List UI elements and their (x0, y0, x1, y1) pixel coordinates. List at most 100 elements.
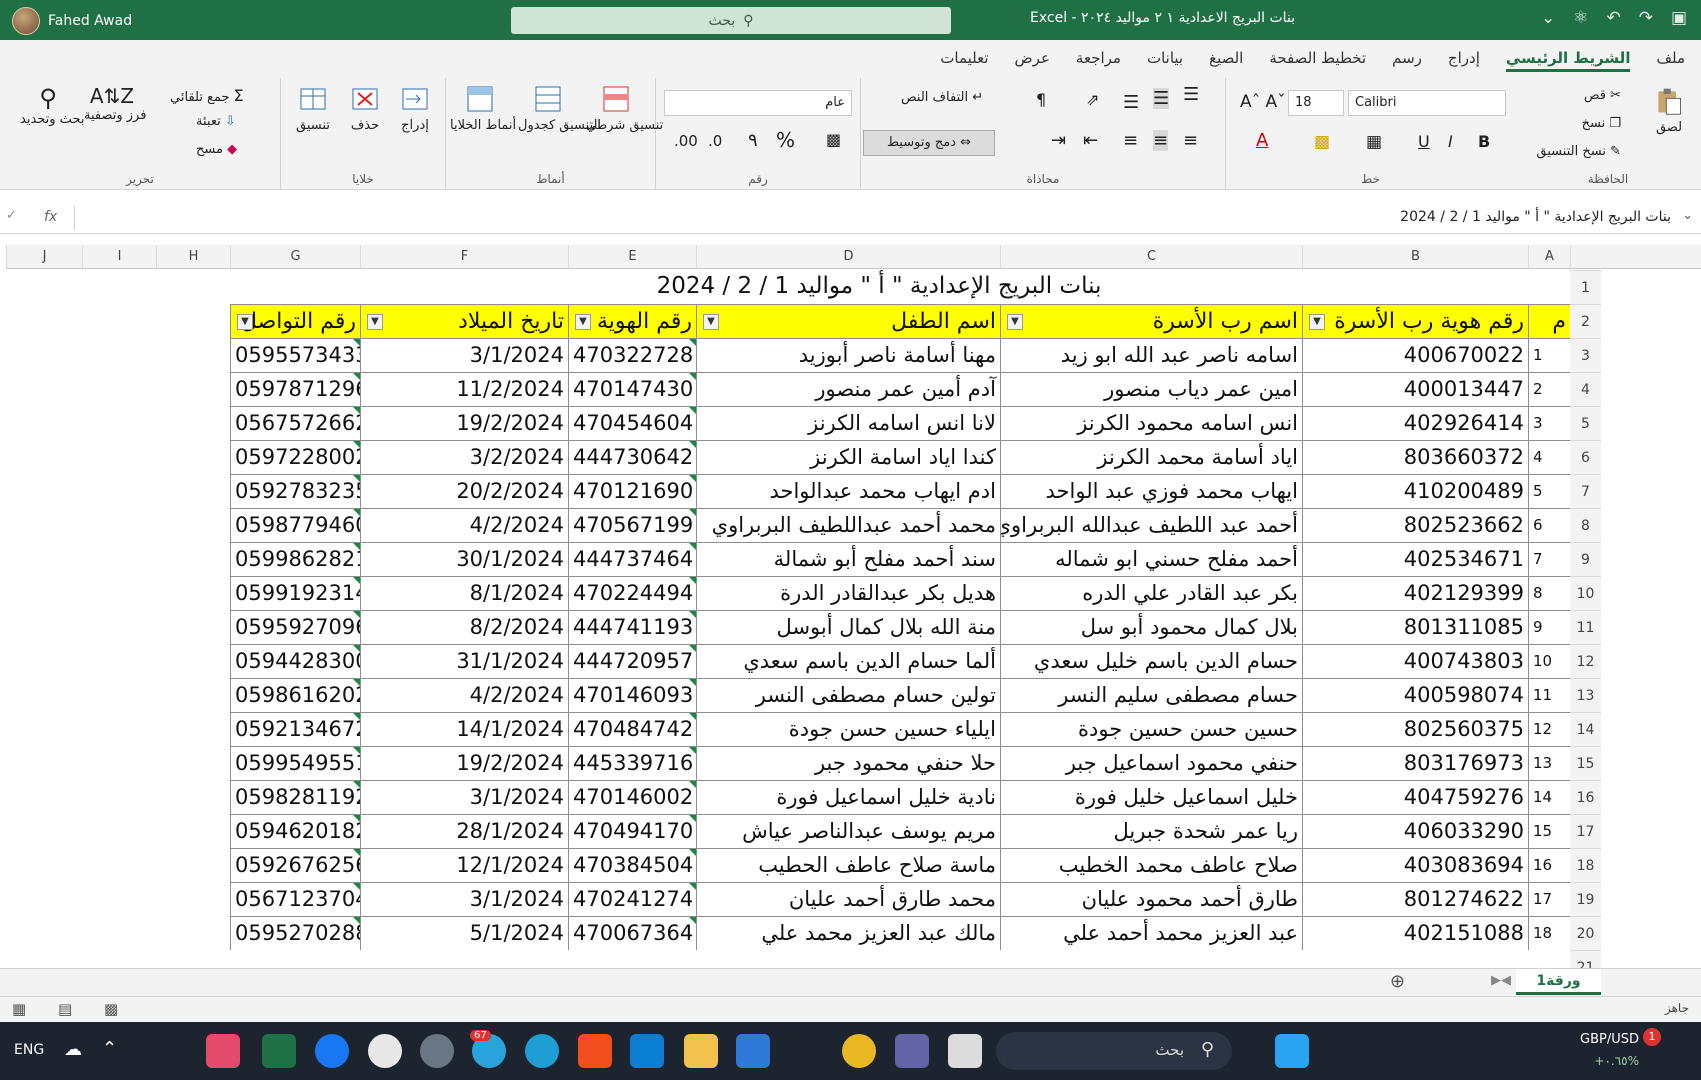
error-indicator-icon[interactable] (353, 645, 360, 652)
column-header-G[interactable]: G (230, 245, 360, 269)
header-cell-E[interactable]: رقم الهوية ▼ (568, 304, 696, 338)
cell-C[interactable]: أحمد مفلح حسني ابو شماله (1000, 542, 1302, 576)
cell-A[interactable]: 3 (1528, 406, 1570, 440)
font-color-icon[interactable]: A (1256, 130, 1268, 151)
taskbar-search[interactable]: بحث ⚲ (996, 1032, 1232, 1070)
cell-G[interactable]: 0592783235 (230, 474, 360, 508)
cell-B[interactable]: 400598074 (1302, 678, 1528, 712)
percent-button[interactable]: % (776, 128, 795, 152)
save-icon[interactable]: ▣ (1671, 8, 1687, 28)
row-header[interactable]: 18 (1570, 848, 1601, 882)
cell-F[interactable]: 8/1/2024 (360, 576, 568, 610)
row-header[interactable]: 11 (1570, 610, 1601, 644)
cell-D[interactable]: لانا انس اسامه الكرنز (696, 406, 1000, 440)
error-indicator-icon[interactable] (353, 713, 360, 720)
cell-B[interactable]: 801274622 (1302, 882, 1528, 916)
account[interactable]: Fahed Awad (12, 7, 132, 35)
cell-A[interactable]: 7 (1528, 542, 1570, 576)
cell-D[interactable]: ماسة صلاح عاطف الحطيب (696, 848, 1000, 882)
cell-F[interactable]: 11/2/2024 (360, 372, 568, 406)
cut-button[interactable]: قص ✂ (1584, 88, 1621, 103)
row-header[interactable]: 9 (1570, 542, 1601, 576)
share-icon[interactable]: ⚛ (1573, 8, 1588, 28)
cell-G[interactable]: 0598616202 (230, 678, 360, 712)
row-header[interactable]: 7 (1570, 474, 1601, 508)
cell-A[interactable]: 2 (1528, 372, 1570, 406)
error-indicator-icon[interactable] (353, 339, 360, 346)
settings-gear-icon[interactable] (420, 1034, 454, 1068)
column-header-J[interactable]: J (6, 245, 82, 269)
text-direction-icon[interactable]: ¶ (1036, 90, 1046, 109)
cell-D[interactable]: سند أحمد مفلح أبو شمالة (696, 542, 1000, 576)
column-header-E[interactable]: E (568, 245, 696, 269)
error-indicator-icon[interactable] (353, 543, 360, 550)
error-indicator-icon[interactable] (689, 543, 696, 550)
cell-F[interactable]: 8/2/2024 (360, 610, 568, 644)
chrome-icon[interactable] (842, 1034, 876, 1068)
row-header[interactable]: 4 (1570, 372, 1601, 406)
column-header-H[interactable]: H (156, 245, 230, 269)
cell-B[interactable]: 803660372 (1302, 440, 1528, 474)
cell-A[interactable]: 12 (1528, 712, 1570, 746)
filter-dropdown-icon[interactable]: ▼ (703, 314, 719, 330)
cell-F[interactable]: 19/2/2024 (360, 406, 568, 440)
cell-D[interactable]: كندا اياد اسامة الكرنز (696, 440, 1000, 474)
cell-E[interactable]: 444730642 (568, 440, 696, 474)
autosum-button[interactable]: جمع تلقائي Σ (170, 86, 244, 105)
tab-6[interactable]: بيانات (1147, 49, 1183, 72)
cell-C[interactable]: حسام الدين باسم خليل سعدي (1000, 644, 1302, 678)
cell-G[interactable]: 0599862821 (230, 542, 360, 576)
cell-B[interactable]: 402151088 (1302, 916, 1528, 950)
weather-icon[interactable]: ☁ (64, 1039, 82, 1060)
cell-G[interactable]: 0592676256 (230, 848, 360, 882)
cell-A[interactable]: 8 (1528, 576, 1570, 610)
cell-C[interactable]: انس اسامه محمود الكرنز (1000, 406, 1302, 440)
cell-E[interactable]: 444741193 (568, 610, 696, 644)
mail-icon[interactable] (736, 1034, 770, 1068)
row-header[interactable]: 15 (1570, 746, 1601, 780)
undo-icon[interactable]: ↶ (1606, 8, 1620, 28)
filter-dropdown-icon[interactable]: ▼ (575, 314, 591, 330)
scroll-left-icon[interactable]: ◀ (1501, 973, 1511, 988)
page-layout-icon[interactable]: ▤ (58, 1000, 72, 1018)
tab-5[interactable]: الصيغ (1209, 49, 1243, 72)
header-cell-C[interactable]: اسم رب الأسرة ▼ (1000, 304, 1302, 338)
cell-E[interactable]: 470121690 (568, 474, 696, 508)
cell-F[interactable]: 3/1/2024 (360, 780, 568, 814)
error-indicator-icon[interactable] (353, 849, 360, 856)
cell-G[interactable]: 0599549551 (230, 746, 360, 780)
header-cell-F[interactable]: تاريخ الميلاد ▼ (360, 304, 568, 338)
cell-E[interactable]: 470494170 (568, 814, 696, 848)
cell-D[interactable]: تولين حسام مصطفى النسر (696, 678, 1000, 712)
error-indicator-icon[interactable] (689, 747, 696, 754)
error-indicator-icon[interactable] (353, 815, 360, 822)
cell-D[interactable]: آدم أمين عمر منصور (696, 372, 1000, 406)
column-header-A[interactable]: A (1528, 245, 1570, 269)
cell-B[interactable]: 404759276 (1302, 780, 1528, 814)
decrease-decimal-icon[interactable]: .00 (674, 132, 698, 150)
align-top-icon[interactable]: ☰ (1183, 84, 1199, 105)
italic-button[interactable]: I (1448, 132, 1453, 151)
cell-D[interactable]: مهنا أسامة ناصر أبوزيد (696, 338, 1000, 372)
align-right-icon[interactable]: ≡ (1183, 130, 1198, 151)
cell-F[interactable]: 5/1/2024 (360, 916, 568, 950)
error-indicator-icon[interactable] (689, 679, 696, 686)
cell-E[interactable]: 470146002 (568, 780, 696, 814)
error-indicator-icon[interactable] (689, 849, 696, 856)
notification-count[interactable]: 1 (1643, 1028, 1661, 1046)
cell-E[interactable]: 470384504 (568, 848, 696, 882)
cell-F[interactable]: 4/2/2024 (360, 508, 568, 542)
cell-B[interactable]: 406033290 (1302, 814, 1528, 848)
cell-A[interactable]: 1 (1528, 338, 1570, 372)
cell-C[interactable]: عبد العزيز محمد أحمد علي (1000, 916, 1302, 950)
cell-F[interactable]: 3/1/2024 (360, 882, 568, 916)
cell-D[interactable]: محمد طارق أحمد عليان (696, 882, 1000, 916)
error-indicator-icon[interactable] (353, 747, 360, 754)
tab-0[interactable]: ملف (1656, 49, 1685, 72)
cell-F[interactable]: 28/1/2024 (360, 814, 568, 848)
column-header-B[interactable]: B (1302, 245, 1528, 269)
cell-E[interactable]: 470147430 (568, 372, 696, 406)
avatar[interactable] (12, 7, 40, 35)
currency-icon[interactable]: ▩ (826, 130, 841, 149)
cell-C[interactable]: بكر عبد القادر علي الدره (1000, 576, 1302, 610)
